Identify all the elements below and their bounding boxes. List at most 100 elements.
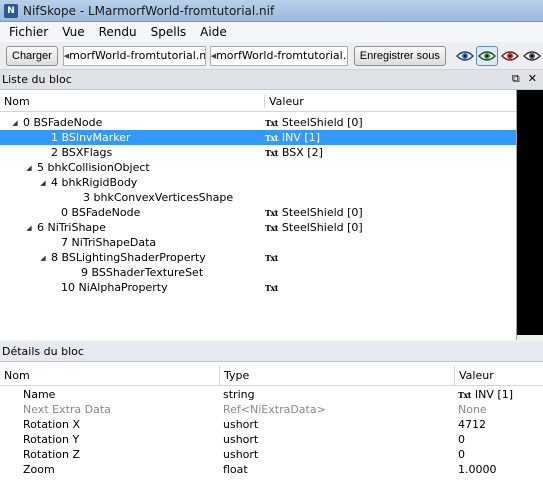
- menu-fichier[interactable]: Fichier: [2, 22, 55, 42]
- tree-row-name-cell: 1 BSInvMarker: [38, 131, 131, 144]
- detail-value: 0: [458, 448, 465, 461]
- detail-value-cell[interactable]: 0: [458, 433, 465, 446]
- detail-type: ushort: [223, 418, 259, 431]
- expand-arrow-icon[interactable]: ◢: [24, 164, 34, 172]
- tree-row-name-cell: 2 BSXFlags: [38, 146, 112, 159]
- tree-row[interactable]: 2 BSXFlags Txt BSX [2]: [0, 145, 516, 160]
- tree-row-value-cell: Txt SteelShield [0]: [265, 206, 363, 219]
- detail-value: 0: [458, 433, 465, 446]
- eye-blue-icon[interactable]: [454, 46, 476, 66]
- detail-value-cell[interactable]: Txt INV [1]: [458, 388, 513, 401]
- detail-value-cell[interactable]: 4712: [458, 418, 486, 431]
- column-header-valeur[interactable]: Valeur: [455, 366, 543, 386]
- tree-row[interactable]: 0 BSFadeNode Txt SteelShield [0]: [0, 205, 516, 220]
- detail-row[interactable]: Rotation X ushort 4712: [0, 418, 543, 433]
- menu-spells[interactable]: Spells: [144, 22, 194, 42]
- tree-row-name-cell: ◢ 5 bhkCollisionObject: [24, 161, 150, 174]
- load-file-field[interactable]: ◀ morfWorld-fromtutorial.nif: [62, 45, 206, 66]
- tree-row[interactable]: ◢ 8 BSLightingShaderProperty Txt: [0, 250, 516, 265]
- eye-red-icon[interactable]: [499, 46, 521, 66]
- expand-arrow-icon[interactable]: ◢: [38, 254, 48, 262]
- load-button[interactable]: Charger: [6, 45, 58, 66]
- detail-row[interactable]: Zoom float 1.0000: [0, 463, 543, 478]
- close-icon[interactable]: ✕: [528, 72, 537, 86]
- tree-row-value: SteelShield [0]: [281, 221, 363, 234]
- tree-row[interactable]: 3 bhkConvexVerticesShape: [0, 190, 516, 205]
- tree-row-name-cell: 10 NiAlphaProperty: [48, 281, 168, 294]
- detail-type: float: [223, 463, 248, 476]
- block-list-tree[interactable]: Nom Valeur ◢ 0 BSFadeNode Txt SteelShield […: [0, 90, 517, 340]
- tree-row-label: 0 BSFadeNode: [23, 116, 103, 129]
- tree-row-name-cell: 0 BSFadeNode: [48, 206, 140, 219]
- column-header-nom[interactable]: Nom: [0, 95, 265, 108]
- detail-row[interactable]: Rotation Y ushort 0: [0, 433, 543, 448]
- column-header-type[interactable]: Type: [220, 365, 455, 386]
- menu-rendu[interactable]: Rendu: [92, 22, 144, 42]
- txt-icon: Txt: [265, 207, 278, 218]
- eye-dark-icon[interactable]: [521, 46, 543, 66]
- detail-value-cell[interactable]: None: [458, 403, 487, 416]
- tree-row[interactable]: 9 BSShaderTextureSet: [0, 265, 516, 280]
- detail-name: Rotation X: [23, 418, 81, 431]
- save-as-button[interactable]: Enregistrer sous: [353, 45, 446, 66]
- toolbar: Charger ◀ morfWorld-fromtutorial.nif ◀ m…: [0, 42, 543, 70]
- tree-row-value-cell: Txt: [265, 253, 282, 263]
- tree-row-name-cell: 7 NiTriShapeData: [48, 236, 156, 249]
- column-header-valeur[interactable]: Valeur: [265, 95, 304, 108]
- tree-row-label: 4 bhkRigidBody: [51, 176, 138, 189]
- title-bar: N NifSkope - LMarmorfWorld-fromtutorial.…: [0, 0, 543, 22]
- tree-row-label: 3 bhkConvexVerticesShape: [83, 191, 234, 204]
- tree-row-label: 2 BSXFlags: [51, 146, 113, 159]
- window-title: NifSkope - LMarmorfWorld-fromtutorial.ni…: [23, 3, 275, 18]
- tree-row-label: 5 bhkCollisionObject: [37, 161, 150, 174]
- detail-row[interactable]: Name string Txt INV [1]: [0, 388, 543, 403]
- detail-name: Next Extra Data: [23, 403, 111, 416]
- tree-row[interactable]: 10 NiAlphaProperty Txt: [0, 280, 516, 295]
- block-list-panel-buttons: ⧉ ✕: [512, 72, 537, 86]
- tree-row-value: INV [1]: [281, 131, 320, 144]
- expand-arrow-icon[interactable]: ◢: [10, 119, 20, 127]
- menu-vue[interactable]: Vue: [55, 22, 91, 42]
- detail-name: Rotation Z: [23, 448, 81, 461]
- detail-value-cell[interactable]: 0: [458, 448, 465, 461]
- tree-row[interactable]: ◢ 4 bhkRigidBody: [0, 175, 516, 190]
- menu-aide[interactable]: Aide: [193, 22, 234, 42]
- tree-row-label: 10 NiAlphaProperty: [61, 281, 168, 294]
- block-details-header: Nom Type Valeur: [0, 365, 543, 386]
- tree-row-value: SteelShield [0]: [281, 206, 363, 219]
- save-file-field[interactable]: ◀ morfWorld-fromtutorial.nif: [209, 45, 348, 66]
- detail-value: 1.0000: [458, 463, 497, 476]
- expand-arrow-icon[interactable]: ◢: [38, 179, 48, 187]
- detail-type: ushort: [223, 448, 259, 461]
- expand-arrow-icon[interactable]: ◢: [24, 224, 34, 232]
- render-viewport[interactable]: [517, 90, 543, 335]
- tree-row[interactable]: ◢ 0 BSFadeNode Txt SteelShield [0]: [0, 115, 516, 130]
- app-icon: N: [4, 3, 18, 18]
- detail-row[interactable]: Next Extra Data Ref<NiExtraData> None: [0, 403, 543, 418]
- tree-row[interactable]: 7 NiTriShapeData: [0, 235, 516, 250]
- tree-row-label: 9 BSShaderTextureSet: [81, 266, 204, 279]
- detail-type: ushort: [223, 433, 259, 446]
- tree-row[interactable]: 1 BSInvMarker Txt INV [1]: [0, 130, 516, 145]
- load-file-value: morfWorld-fromtutorial.nif: [69, 49, 206, 62]
- block-list-title: Liste du bloc: [2, 73, 72, 86]
- detail-row[interactable]: Rotation Z ushort 0: [0, 448, 543, 463]
- float-icon[interactable]: ⧉: [512, 72, 520, 86]
- tree-row-name-cell: ◢ 6 NiTriShape: [24, 221, 106, 234]
- tree-row-label: 8 BSLightingShaderProperty: [51, 251, 206, 264]
- block-list-titlebar: Liste du bloc ⧉ ✕: [0, 70, 543, 90]
- tree-row[interactable]: ◢ 5 bhkCollisionObject: [0, 160, 516, 175]
- column-header-nom[interactable]: Nom: [0, 365, 220, 386]
- tree-row-label: 7 NiTriShapeData: [61, 236, 157, 249]
- block-details-title: Détails du bloc: [2, 345, 84, 358]
- detail-value: None: [458, 403, 487, 416]
- detail-name: Rotation Y: [23, 433, 80, 446]
- detail-value-cell[interactable]: 1.0000: [458, 463, 497, 476]
- tree-row-value-cell: Txt: [265, 283, 282, 293]
- block-details-table[interactable]: Nom Type Valeur Name string Txt INV [1] Next…: [0, 362, 543, 502]
- eye-green-icon[interactable]: [476, 45, 498, 66]
- txt-icon: Txt: [265, 282, 278, 293]
- tree-row[interactable]: ◢ 6 NiTriShape Txt SteelShield [0]: [0, 220, 516, 235]
- txt-icon: Txt: [265, 252, 278, 263]
- tree-row-label: 6 NiTriShape: [37, 221, 106, 234]
